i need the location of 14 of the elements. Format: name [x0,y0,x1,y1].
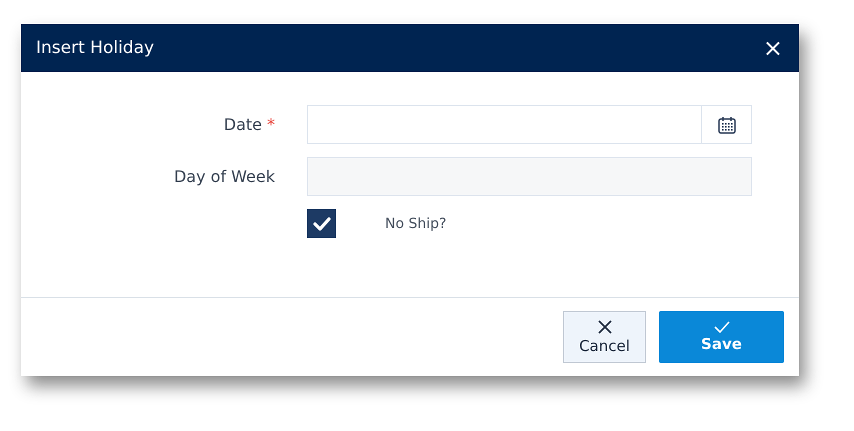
window-title: Insert Holiday [36,38,154,58]
check-icon [712,321,730,333]
close-button[interactable]: × [762,36,783,60]
cancel-button[interactable]: Cancel [563,311,646,363]
checkbox[interactable] [307,209,336,238]
calendar-icon [716,114,736,134]
check-icon [312,216,330,230]
required-mark: * [267,115,275,134]
field-label: Date [224,115,262,134]
save-button[interactable]: Save [659,311,784,363]
field-label: Day of Week [174,167,275,186]
checkbox-label: No Ship? [385,216,446,232]
close-icon [596,319,612,335]
date-field[interactable] [307,105,752,144]
